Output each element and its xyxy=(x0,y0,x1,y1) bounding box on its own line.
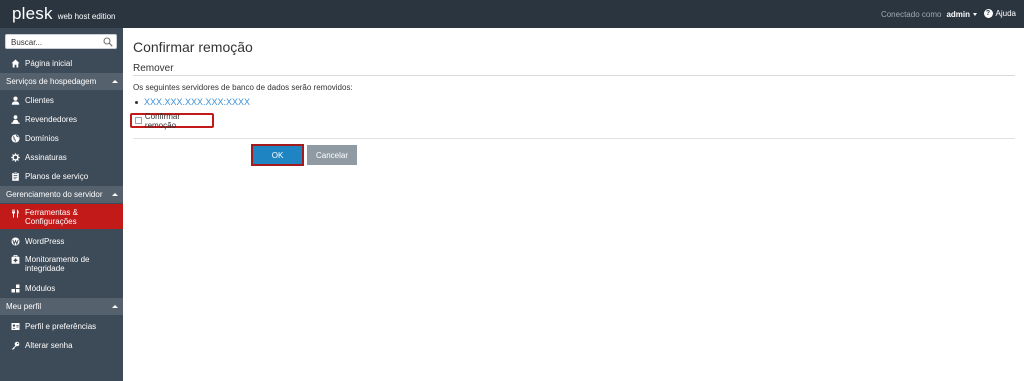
connected-as-label: Conectado como xyxy=(880,10,942,19)
top-bar: plesk web host edition Conectado como ad… xyxy=(0,0,1024,28)
sidebar-item-label: Revendedores xyxy=(25,114,78,124)
sidebar-item-service-plans[interactable]: Planos de serviço xyxy=(0,170,123,182)
sidebar-item-health-monitoring[interactable]: Monitoramento de integridade xyxy=(0,254,123,275)
page-title: Confirmar remoção xyxy=(133,39,253,55)
section-title: Serviços de hospedagem xyxy=(6,77,97,86)
sidebar-item-label-line1: Monitoramento de xyxy=(25,255,90,264)
section-my-profile[interactable]: Meu perfil xyxy=(0,298,123,315)
globe-icon xyxy=(11,134,20,143)
sidebar-item-label: Planos de serviço xyxy=(25,171,89,181)
clipboard-icon xyxy=(11,171,20,181)
collapse-icon[interactable] xyxy=(112,80,118,83)
sidebar-item-wordpress[interactable]: WordPress xyxy=(0,235,123,247)
username[interactable]: admin xyxy=(946,10,970,19)
wordpress-icon xyxy=(11,237,20,246)
section-hosting-services[interactable]: Serviços de hospedagem xyxy=(0,73,123,90)
sidebar-item-subscriptions[interactable]: Assinaturas xyxy=(0,151,123,163)
reseller-icon xyxy=(11,114,20,124)
sidebar-item-modules[interactable]: Módulos xyxy=(0,282,123,294)
search-placeholder[interactable]: Buscar... xyxy=(11,38,42,47)
list-item: XXX.XXX.XXX.XXX:XXXX xyxy=(135,97,250,107)
logo-edition-text: web host edition xyxy=(57,12,116,21)
tools-icon xyxy=(11,209,20,218)
main-content: Confirmar remoção Remover Os seguintes s… xyxy=(123,28,1024,381)
sidebar-item-label: Clientes xyxy=(25,95,54,105)
sidebar-item-label: Perfil e preferências xyxy=(25,321,97,331)
search-input[interactable]: Buscar... xyxy=(5,34,117,49)
sidebar-item-home[interactable]: Página inicial xyxy=(0,57,123,69)
help-link[interactable]: ? Ajuda xyxy=(983,9,1016,18)
sidebar-item-clients[interactable]: Clientes xyxy=(0,94,123,106)
server-link[interactable]: XXX.XXX.XXX.XXX:XXXX xyxy=(144,97,250,107)
description-text: Os seguintes servidores de banco de dado… xyxy=(133,83,353,92)
logo-main-text: plesk xyxy=(12,4,53,23)
plesk-logo[interactable]: plesk web host edition xyxy=(12,4,116,24)
confirm-removal-label[interactable]: Confirmar remoção xyxy=(145,112,212,130)
divider xyxy=(133,75,1015,76)
sidebar-item-label: Domínios xyxy=(25,133,59,143)
collapse-icon[interactable] xyxy=(112,305,118,308)
health-monitor-icon xyxy=(11,255,20,264)
search-icon[interactable] xyxy=(103,37,113,47)
bullet-icon xyxy=(135,100,138,104)
sidebar-item-label-line2: integridade xyxy=(25,264,65,273)
sidebar-item-label-line2: Configurações xyxy=(25,217,77,226)
user-icon xyxy=(11,96,20,105)
sidebar-item-label: Alterar senha xyxy=(25,340,73,350)
sidebar: Buscar... Página inicial Serviços de hos… xyxy=(0,28,123,381)
checkbox[interactable] xyxy=(135,117,142,124)
section-title: Gerenciamento do servidor xyxy=(6,190,103,199)
sidebar-item-label: Assinaturas xyxy=(25,152,67,162)
gear-icon xyxy=(11,152,20,162)
help-label[interactable]: Ajuda xyxy=(996,9,1016,18)
modules-icon xyxy=(11,284,20,293)
sidebar-item-domains[interactable]: Domínios xyxy=(0,132,123,144)
section-title: Meu perfil xyxy=(6,302,42,311)
user-menu[interactable]: Conectado como admin xyxy=(881,10,977,19)
key-icon xyxy=(11,341,20,350)
sidebar-item-label-line1: Ferramentas & xyxy=(25,208,78,217)
sidebar-item-label: WordPress xyxy=(25,236,65,246)
profile-card-icon xyxy=(11,322,20,331)
sidebar-item-tools-settings[interactable]: Ferramentas & Configurações xyxy=(0,204,123,229)
sidebar-item-resellers[interactable]: Revendedores xyxy=(0,113,123,125)
confirm-removal-checkbox[interactable]: Confirmar remoção xyxy=(130,112,214,130)
cancel-button[interactable]: Cancelar xyxy=(307,145,357,165)
sidebar-item-profile[interactable]: Perfil e preferências xyxy=(0,320,123,332)
section-server-management[interactable]: Gerenciamento do servidor xyxy=(0,186,123,203)
chevron-down-icon[interactable] xyxy=(973,13,977,16)
ok-button[interactable]: OK xyxy=(251,144,304,166)
sidebar-item-label: Módulos xyxy=(25,283,56,293)
section-heading: Remover xyxy=(133,63,174,74)
home-icon xyxy=(11,59,20,68)
sidebar-item-change-password[interactable]: Alterar senha xyxy=(0,339,123,351)
collapse-icon[interactable] xyxy=(112,193,118,196)
help-icon[interactable]: ? xyxy=(983,9,993,18)
sidebar-item-label: Página inicial xyxy=(25,58,73,68)
divider xyxy=(133,138,1015,139)
